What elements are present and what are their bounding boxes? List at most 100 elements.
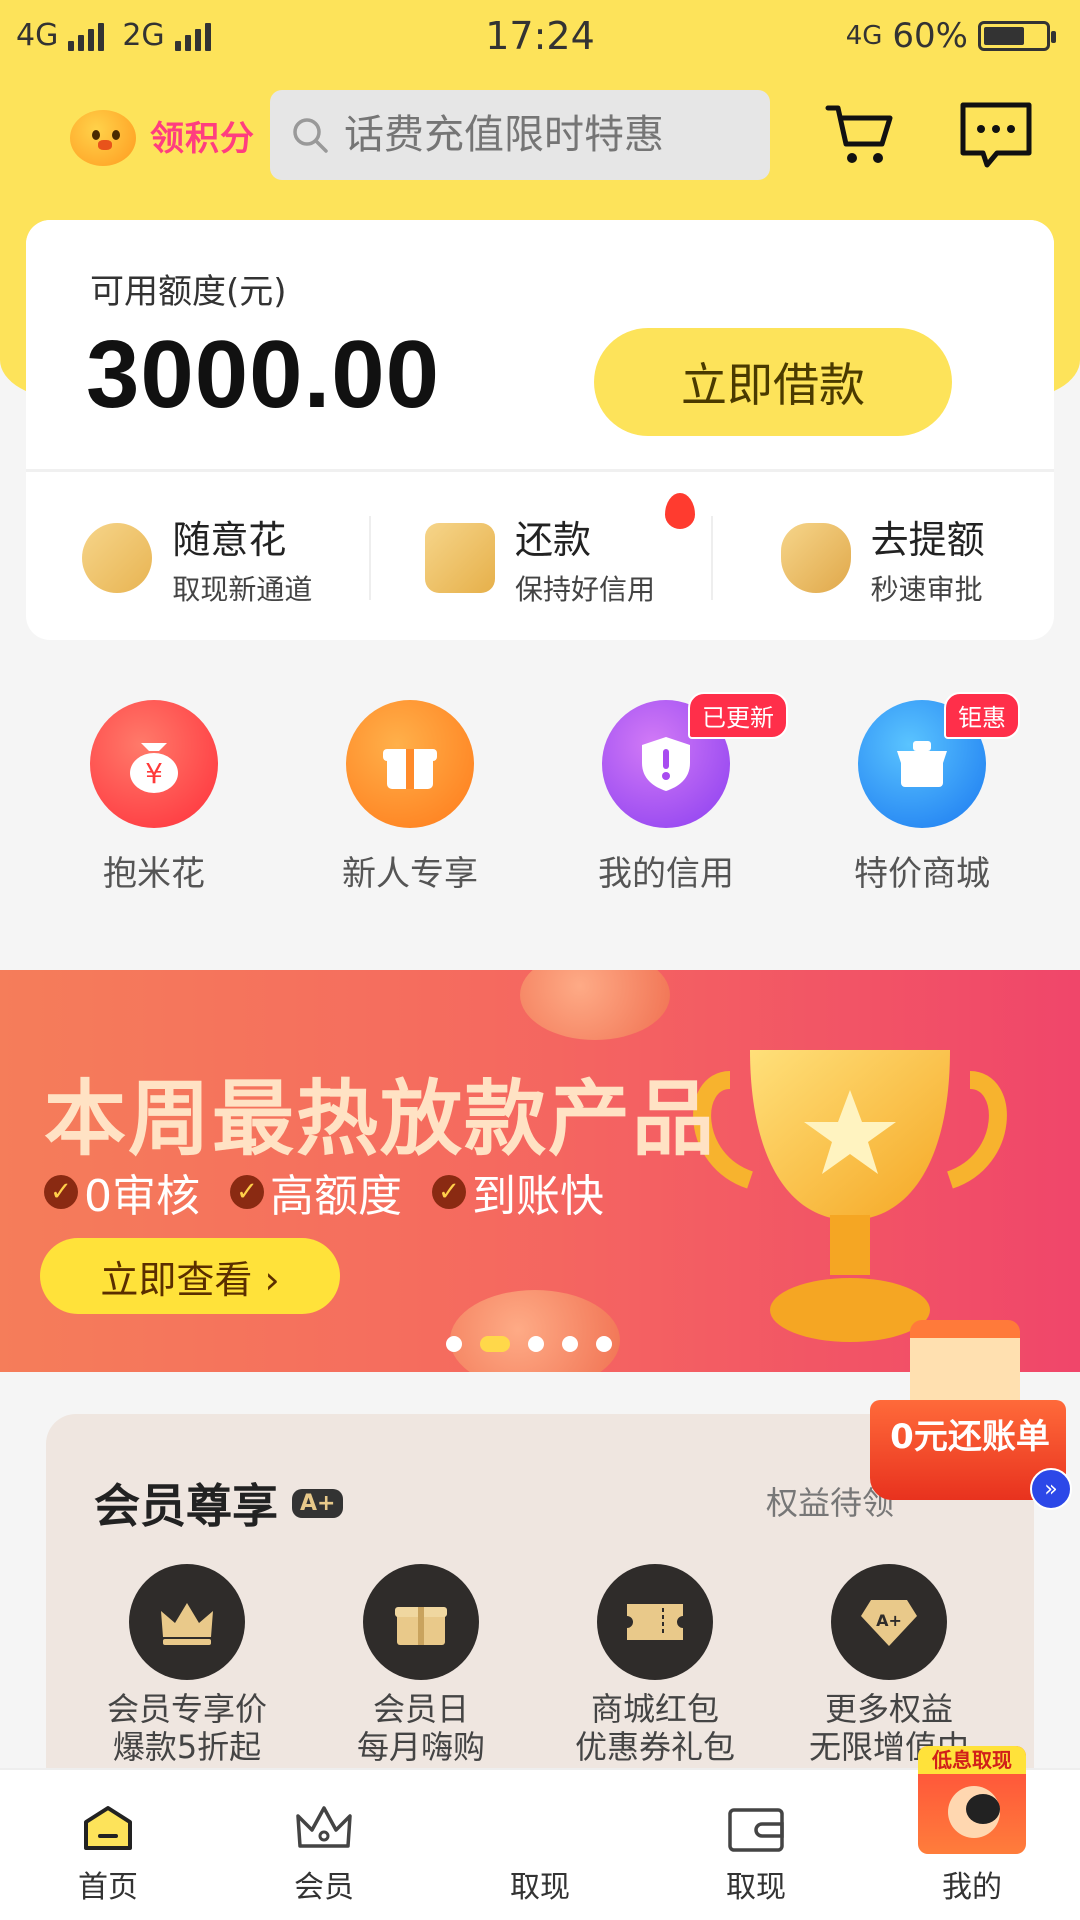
- network-type-right: 4G: [845, 21, 883, 51]
- nav-label: 首页: [78, 1870, 138, 1905]
- wallet-icon: [728, 1808, 784, 1852]
- grid-label: 特价商城: [854, 854, 990, 894]
- member-level-badge: A+: [292, 1488, 344, 1518]
- bottom-nav: 首页 会员 低息取现 取现 取现 我的: [0, 1746, 1080, 1920]
- quick-action-title: 随意花: [172, 517, 287, 562]
- svg-text:A+: A+: [876, 1611, 902, 1630]
- carousel-dot-active[interactable]: [480, 1336, 510, 1352]
- quick-action-repay[interactable]: 还款 保持好信用: [368, 476, 712, 640]
- card-transfer-icon: [425, 523, 495, 593]
- double-chevron-right-icon: »: [1030, 1468, 1072, 1510]
- quick-action-subtitle: 保持好信用: [515, 572, 656, 606]
- promo-text: 0元还账单: [890, 1417, 1050, 1457]
- benefit-line1: 会员专享价: [106, 1690, 267, 1728]
- banner-title: 本周最热放款产品: [44, 1072, 717, 1167]
- check-icon: ✓: [230, 1175, 264, 1209]
- benefit-line2: 每月嗨购: [356, 1728, 485, 1766]
- quick-action-spend[interactable]: 随意花 取现新通道: [26, 476, 369, 640]
- search-bar[interactable]: [270, 90, 770, 180]
- banner-features: ✓ 0审核 ✓ 高额度 ✓ 到账快: [44, 1160, 604, 1224]
- quick-action-raise-limit[interactable]: 去提额 秒速审批: [711, 476, 1054, 640]
- nav-label: 会员: [294, 1870, 354, 1905]
- quick-action-title: 还款: [515, 517, 592, 562]
- grid-label: 抱米花: [103, 854, 205, 894]
- credit-summary: 可用额度(元) 3000.00 立即借款: [26, 220, 1054, 472]
- banner-view-button[interactable]: 立即查看 ›: [40, 1238, 340, 1314]
- status-bar: 4G 2G 17:24 4G 60%: [0, 0, 1080, 80]
- member-benefit-day[interactable]: 会员日 每月嗨购: [304, 1564, 538, 1766]
- check-icon: ✓: [44, 1175, 78, 1209]
- grid-label: 新人专享: [342, 854, 478, 894]
- grid-item-newcomer[interactable]: 新人专享: [282, 700, 538, 900]
- carousel-indicator: [446, 1336, 612, 1352]
- member-benefits: 会员专享价 爆款5折起 会员日 每月嗨购 商城红包 优惠券礼包 A+ 更多权益 …: [46, 1564, 1034, 1766]
- diamond-icon: A+: [831, 1564, 947, 1680]
- member-benefit-price[interactable]: 会员专享价 爆款5折起: [70, 1564, 304, 1766]
- cart-button[interactable]: [820, 96, 900, 176]
- deal-badge: 钜惠: [944, 692, 1020, 739]
- carousel-dot[interactable]: [562, 1336, 578, 1352]
- coupon-icon: [597, 1564, 713, 1680]
- hand-coin-icon: [82, 523, 153, 593]
- svg-text:¥: ¥: [145, 757, 163, 790]
- nav-home[interactable]: 首页: [0, 1770, 216, 1920]
- quick-action-subtitle: 秒速审批: [870, 572, 983, 606]
- banner-feature: ✓ 到账快: [432, 1160, 604, 1224]
- quick-action-subtitle: 取现新通道: [172, 572, 313, 606]
- money-bag-icon: [780, 523, 851, 593]
- nav-cash-wallet[interactable]: 取现: [648, 1770, 864, 1920]
- points-button[interactable]: 领积分: [64, 100, 255, 170]
- crown-icon: [296, 1806, 352, 1848]
- money-bag-icon: ¥: [90, 700, 218, 828]
- nav-low-interest-cash[interactable]: 低息取现 取现: [432, 1746, 1026, 1920]
- banner-feature: ✓ 高额度: [230, 1160, 402, 1224]
- promo-image: 低息取现: [918, 1746, 1026, 1854]
- grid-label: 我的信用: [598, 854, 734, 894]
- carousel-dot[interactable]: [596, 1336, 612, 1352]
- floating-promo[interactable]: 0元还账单 »: [870, 1310, 1072, 1510]
- grid-item-discount-mall[interactable]: 钜惠 特价商城: [794, 692, 1050, 900]
- cart-icon: [825, 105, 893, 163]
- grid-item-my-credit[interactable]: 已更新 我的信用: [538, 692, 794, 900]
- quick-actions: 随意花 取现新通道 还款 保持好信用 去提额 秒速审批: [26, 476, 1054, 640]
- carousel-dot[interactable]: [446, 1336, 462, 1352]
- message-button[interactable]: [956, 96, 1036, 176]
- credit-card: 可用额度(元) 3000.00 立即借款 随意花 取现新通道 还款 保持好信用 …: [26, 220, 1054, 640]
- nav-label: 取现: [726, 1870, 786, 1905]
- gift-icon: [346, 700, 474, 828]
- member-benefit-coupon[interactable]: 商城红包 优惠券礼包: [538, 1564, 772, 1766]
- quick-action-title: 去提额: [870, 517, 985, 562]
- banner-feature: ✓ 0审核: [44, 1160, 200, 1224]
- borrow-button[interactable]: 立即借款: [594, 328, 952, 436]
- benefit-line1: 更多权益: [824, 1690, 953, 1728]
- update-badge: 已更新: [688, 692, 788, 739]
- grid-item-baomihua[interactable]: ¥ 抱米花: [26, 700, 282, 900]
- nav-label: 取现: [510, 1870, 570, 1905]
- benefit-line2: 优惠券礼包: [574, 1728, 735, 1766]
- nav-member[interactable]: 会员: [216, 1770, 432, 1920]
- crown-icon: [129, 1564, 245, 1680]
- nav-label: 我的: [942, 1870, 1002, 1905]
- benefit-line1: 会员日: [372, 1690, 469, 1728]
- hot-flame-icon: [665, 492, 696, 529]
- coin-decoration: [520, 970, 670, 1040]
- home-icon: [84, 1806, 132, 1850]
- chick-mascot-icon: [64, 100, 144, 170]
- benefit-line1: 商城红包: [590, 1690, 719, 1728]
- benefit-line2: 爆款5折起: [112, 1728, 262, 1766]
- credit-label: 可用额度(元): [90, 272, 287, 312]
- top-bar: 领积分: [0, 90, 1080, 186]
- member-benefit-more[interactable]: A+ 更多权益 无限增值中: [772, 1564, 1006, 1766]
- points-label: 领积分: [150, 118, 255, 159]
- gift-box-icon: [363, 1564, 479, 1680]
- search-input[interactable]: [344, 112, 764, 158]
- center-tag: 低息取现: [918, 1746, 1026, 1774]
- chevron-right-icon: ›: [264, 1257, 280, 1302]
- credit-amount: 3000.00: [86, 321, 441, 428]
- search-icon: [293, 118, 328, 153]
- carousel-dot[interactable]: [528, 1336, 544, 1352]
- member-title: 会员尊享 A+: [94, 1470, 344, 1536]
- coin-decoration: [450, 1290, 620, 1372]
- battery-icon: [978, 21, 1056, 51]
- check-icon: ✓: [432, 1175, 466, 1209]
